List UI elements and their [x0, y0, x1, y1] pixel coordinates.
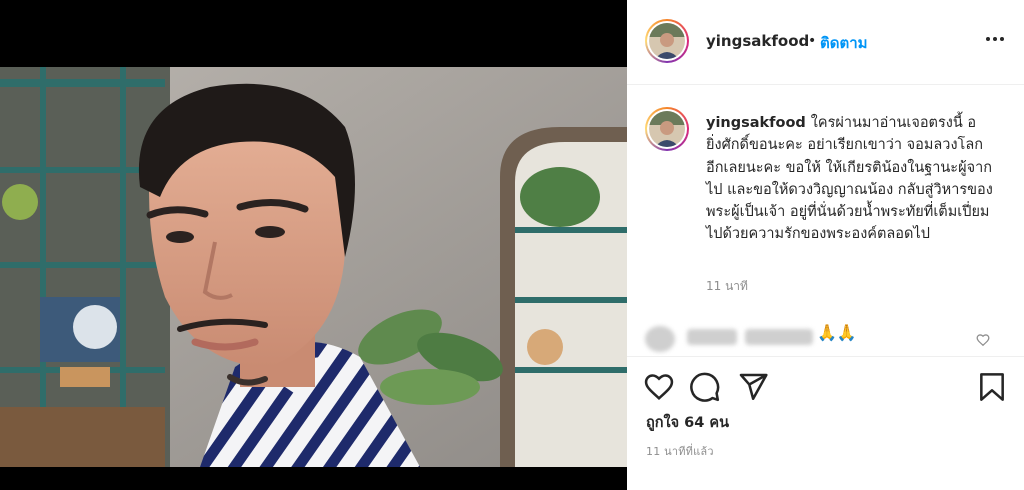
comment-emoji: 🙏🙏	[817, 323, 857, 342]
like-count[interactable]: ถูกใจ 64 คน	[646, 411, 729, 434]
separator-dot: •	[808, 33, 817, 49]
caption-avatar-image	[649, 111, 685, 147]
avatar[interactable]	[645, 19, 689, 63]
caption-avatar[interactable]	[645, 107, 689, 151]
header-username[interactable]: yingsakfood	[706, 32, 809, 50]
post-media-panel	[0, 0, 627, 490]
comment-row: 🙏🙏	[627, 315, 1024, 355]
caption-username[interactable]: yingsakfood	[706, 115, 806, 131]
comment-avatar-blurred	[645, 326, 675, 352]
action-bar: ถูกใจ 64 คน 11 นาทีที่แล้ว	[627, 356, 1024, 490]
heart-icon[interactable]	[643, 371, 675, 403]
more-options-icon[interactable]	[985, 29, 1005, 49]
comment-username-blurred	[687, 329, 737, 345]
comment-icon[interactable]	[689, 371, 721, 403]
post-sidebar: yingsakfood • ติดตาม yingsakfood ใครผ่าน…	[627, 0, 1024, 490]
share-icon[interactable]	[737, 371, 769, 403]
comment-like-icon[interactable]	[976, 332, 990, 347]
caption-body: ใครผ่านมาอ่านเจอตรงนี้ อ ยิ่งศักดิ์ขอนะค…	[706, 115, 993, 243]
post-photo[interactable]	[0, 67, 627, 467]
selfie-illustration	[0, 67, 627, 467]
post-timestamp[interactable]: 11 นาทีที่แล้ว	[646, 442, 714, 460]
caption-timestamp[interactable]: 11 นาที	[706, 277, 748, 296]
avatar-image	[649, 23, 685, 59]
follow-button[interactable]: ติดตาม	[820, 31, 868, 55]
post-header: yingsakfood • ติดตาม	[627, 0, 1024, 85]
comment-text-blurred	[745, 329, 813, 345]
bookmark-icon[interactable]	[976, 371, 1008, 403]
caption-text: yingsakfood ใครผ่านมาอ่านเจอตรงนี้ อ ยิ่ง…	[706, 112, 996, 246]
